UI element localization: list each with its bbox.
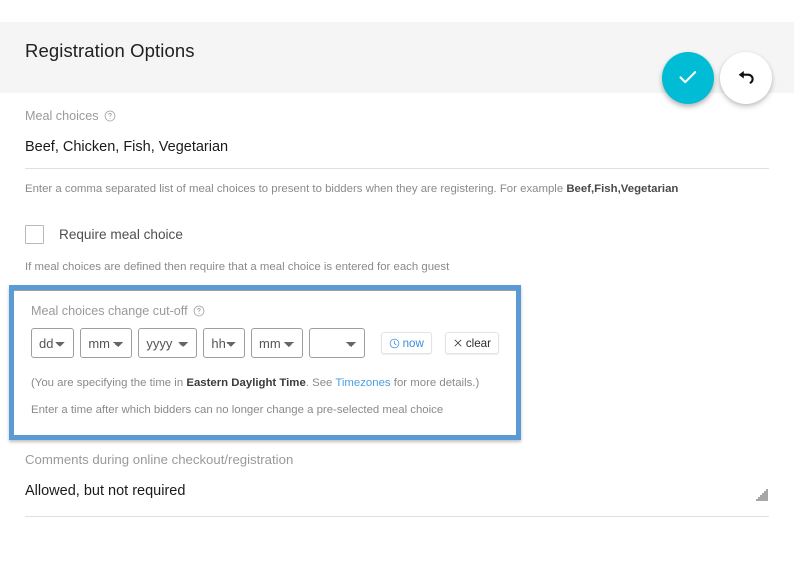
cutoff-meridiem-select[interactable]	[309, 328, 365, 358]
comments-field: Comments during online checkout/registra…	[25, 452, 769, 517]
require-meal-choice-helper: If meal choices are defined then require…	[25, 260, 769, 275]
comments-value[interactable]: Allowed, but not required	[25, 483, 185, 499]
cutoff-description: Enter a time after which bidders can no …	[31, 403, 499, 418]
clock-icon	[389, 338, 400, 349]
tz-note-before: (You are specifying the time in	[31, 377, 186, 389]
help-circle-icon[interactable]	[193, 305, 205, 317]
page-title: Registration Options	[25, 40, 195, 62]
meal-choices-helper-prefix: Enter a comma separated list of meal cho…	[25, 183, 566, 195]
top-white-strip	[0, 0, 794, 22]
cutoff-clear-button[interactable]: clear	[445, 332, 499, 354]
require-meal-choice-field: Require meal choice If meal choices are …	[0, 197, 794, 275]
help-circle-icon[interactable]	[104, 110, 116, 122]
cutoff-now-button[interactable]: now	[381, 332, 432, 354]
meal-choices-helper: Enter a comma separated list of meal cho…	[25, 182, 769, 197]
comments-label: Comments during online checkout/registra…	[25, 452, 769, 467]
cutoff-timezone-note: (You are specifying the time in Eastern …	[31, 376, 499, 391]
cutoff-minute-select[interactable]: mm	[251, 328, 303, 358]
resize-grip-icon[interactable]	[755, 488, 769, 502]
undo-arrow-icon	[735, 66, 757, 91]
require-meal-choice-checkbox[interactable]	[25, 225, 44, 244]
accept-button[interactable]	[662, 52, 714, 104]
timezones-link[interactable]: Timezones	[335, 377, 390, 389]
comments-underline	[25, 516, 769, 517]
meal-cutoff-label-text: Meal choices change cut-off	[31, 304, 188, 318]
cutoff-hour-select[interactable]: hh	[203, 328, 245, 358]
cutoff-clear-label: clear	[466, 337, 491, 350]
meal-choices-label-text: Meal choices	[25, 109, 99, 123]
meal-cutoff-highlight-panel: Meal choices change cut-off dd mm yyyy h…	[9, 285, 521, 440]
cutoff-datetime-row: dd mm yyyy hh mm	[31, 328, 499, 358]
cutoff-month-select[interactable]: mm	[80, 328, 132, 358]
tz-name: Eastern Daylight Time	[186, 377, 305, 389]
meal-choices-input[interactable]	[25, 139, 769, 155]
cutoff-day-select[interactable]: dd	[31, 328, 74, 358]
undo-button[interactable]	[720, 52, 772, 104]
meal-choices-label: Meal choices	[25, 109, 769, 123]
close-x-icon	[453, 338, 463, 348]
meal-cutoff-label: Meal choices change cut-off	[31, 304, 499, 318]
tz-note-middle: . See	[306, 377, 336, 389]
meal-cutoff-section: Meal choices change cut-off dd mm yyyy h…	[14, 290, 516, 435]
comments-value-row: Allowed, but not required	[25, 482, 769, 500]
cutoff-now-label: now	[403, 337, 424, 350]
require-meal-choice-row[interactable]: Require meal choice	[25, 225, 769, 244]
floating-action-buttons	[662, 52, 772, 104]
meal-choices-field: Meal choices Enter a comma separated lis…	[0, 93, 794, 197]
tz-note-after: for more details.)	[391, 377, 480, 389]
options-content: Meal choices Enter a comma separated lis…	[0, 93, 794, 276]
cutoff-year-select[interactable]: yyyy	[138, 328, 197, 358]
require-meal-choice-label: Require meal choice	[59, 227, 183, 242]
check-icon	[676, 65, 700, 92]
meal-choices-helper-example: Beef,Fish,Vegetarian	[566, 183, 678, 195]
